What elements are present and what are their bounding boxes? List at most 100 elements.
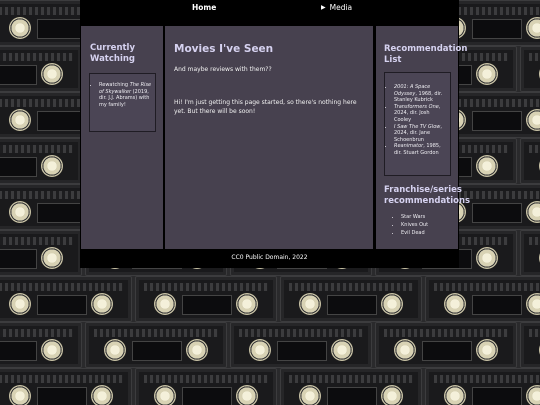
page-subtitle: And maybe reviews with them?? xyxy=(174,66,272,73)
tape-window xyxy=(132,341,182,361)
list-item: I Saw The TV Glow, 2024, dir. Jane Schoe… xyxy=(394,124,448,144)
tape-window xyxy=(0,249,37,269)
tape-reel-icon xyxy=(9,17,31,39)
tape-reel-icon xyxy=(526,17,540,39)
vhs-tape xyxy=(0,230,82,276)
vhs-tape xyxy=(0,322,82,368)
recommendation-box: 2001: A Space Odyssey, 1968, dir. Stanle… xyxy=(384,72,451,176)
nav-media-label: Media xyxy=(329,3,353,12)
tape-reel-icon xyxy=(444,293,466,315)
tape-reel-icon xyxy=(526,385,540,405)
list-item: Star Wars xyxy=(401,213,428,221)
tape-reel-icon xyxy=(91,385,113,405)
tape-reel-icon xyxy=(9,385,31,405)
tape-window xyxy=(182,295,232,315)
tape-reel-icon xyxy=(444,385,466,405)
list-item: Evil Dead xyxy=(401,229,428,237)
tape-reel-icon xyxy=(476,63,498,85)
tape-reel-icon xyxy=(331,339,353,361)
vhs-tape xyxy=(520,138,540,184)
list-item: 2001: A Space Odyssey, 1968, dir. Stanle… xyxy=(394,84,448,104)
vhs-tape xyxy=(520,322,540,368)
tape-reel-icon xyxy=(9,201,31,223)
tape-reel-icon xyxy=(9,293,31,315)
nav-media-dropdown[interactable]: ▶ Media xyxy=(321,3,352,12)
vhs-tape xyxy=(520,230,540,276)
currently-watching-heading: Currently Watching xyxy=(90,43,136,64)
tape-reel-icon xyxy=(91,293,113,315)
tape-reel-icon xyxy=(526,109,540,131)
page-title: Movies I've Seen xyxy=(174,43,274,55)
list-item: Transformers One, 2024, dir. Josh Cooley xyxy=(394,104,448,124)
page-frame: Currently Watching Rewatching The Rise o… xyxy=(80,24,471,268)
item-text: Rewatching xyxy=(99,82,130,88)
tape-reel-icon xyxy=(186,339,208,361)
vhs-tape xyxy=(280,276,422,322)
tape-window xyxy=(327,295,377,315)
vhs-tape xyxy=(425,276,540,322)
item-title: I Saw The TV Glow xyxy=(394,123,441,130)
list-item: Reanimator, 1985, dir. Stuart Gordon xyxy=(394,143,448,156)
tape-window xyxy=(37,295,87,315)
tape-window xyxy=(182,387,232,405)
tape-window xyxy=(0,341,37,361)
tape-window xyxy=(472,387,522,405)
tape-reel-icon xyxy=(476,155,498,177)
right-sidebar: Recommendation List 2001: A Space Odysse… xyxy=(376,26,471,249)
tape-reel-icon xyxy=(104,339,126,361)
tape-reel-icon xyxy=(526,201,540,223)
currently-watching-box: Rewatching The Rise of Skywalker (2019, … xyxy=(89,73,156,132)
tape-window xyxy=(422,341,472,361)
top-nav: Home ▶ Media xyxy=(80,0,459,24)
vhs-tape xyxy=(520,46,540,92)
tape-window xyxy=(472,203,522,223)
vhs-tape xyxy=(280,368,422,405)
vhs-tape xyxy=(425,368,540,405)
list-item: Knives Out xyxy=(401,221,428,229)
item-title: Transformers One xyxy=(394,103,439,110)
vhs-tape xyxy=(135,368,277,405)
tape-reel-icon xyxy=(41,339,63,361)
caret-right-icon: ▶ xyxy=(321,4,326,11)
tape-reel-icon xyxy=(41,247,63,269)
tape-reel-icon xyxy=(41,155,63,177)
tape-reel-icon xyxy=(41,63,63,85)
nav-home-link[interactable]: Home xyxy=(192,3,216,12)
left-sidebar: Currently Watching Rewatching The Rise o… xyxy=(81,26,163,249)
vhs-tape xyxy=(375,322,517,368)
tape-window xyxy=(327,387,377,405)
tape-reel-icon xyxy=(249,339,271,361)
vhs-tape xyxy=(0,368,132,405)
tape-reel-icon xyxy=(299,293,321,315)
tape-reel-icon xyxy=(154,385,176,405)
franchise-list: Star Wars Knives Out Evil Dead xyxy=(392,213,428,238)
tape-reel-icon xyxy=(526,293,540,315)
tape-reel-icon xyxy=(381,385,403,405)
tape-window xyxy=(472,295,522,315)
vhs-tape xyxy=(0,276,132,322)
footer: CC0 Public Domain, 2022 xyxy=(231,254,308,261)
vhs-tape xyxy=(230,322,372,368)
tape-window xyxy=(472,111,522,131)
tape-window xyxy=(277,341,327,361)
vhs-tape xyxy=(0,138,82,184)
vhs-tape xyxy=(85,322,227,368)
tape-reel-icon xyxy=(299,385,321,405)
vhs-tape xyxy=(135,276,277,322)
vhs-tape xyxy=(0,46,82,92)
tape-reel-icon xyxy=(381,293,403,315)
tape-reel-icon xyxy=(476,339,498,361)
main-content: Movies I've Seen And maybe reviews with … xyxy=(165,26,373,249)
page-body: Hi! I'm just getting this page started, … xyxy=(174,99,357,115)
tape-reel-icon xyxy=(476,247,498,269)
tape-window xyxy=(0,65,37,85)
tape-window xyxy=(37,387,87,405)
recommendation-heading: Recommendation List xyxy=(384,44,468,65)
tape-reel-icon xyxy=(236,385,258,405)
item-title: Reanimator xyxy=(394,143,424,150)
tape-reel-icon xyxy=(9,109,31,131)
tape-reel-icon xyxy=(236,293,258,315)
franchise-heading: Franchise/series recommendations xyxy=(384,185,471,206)
tape-reel-icon xyxy=(154,293,176,315)
tape-window xyxy=(472,19,522,39)
